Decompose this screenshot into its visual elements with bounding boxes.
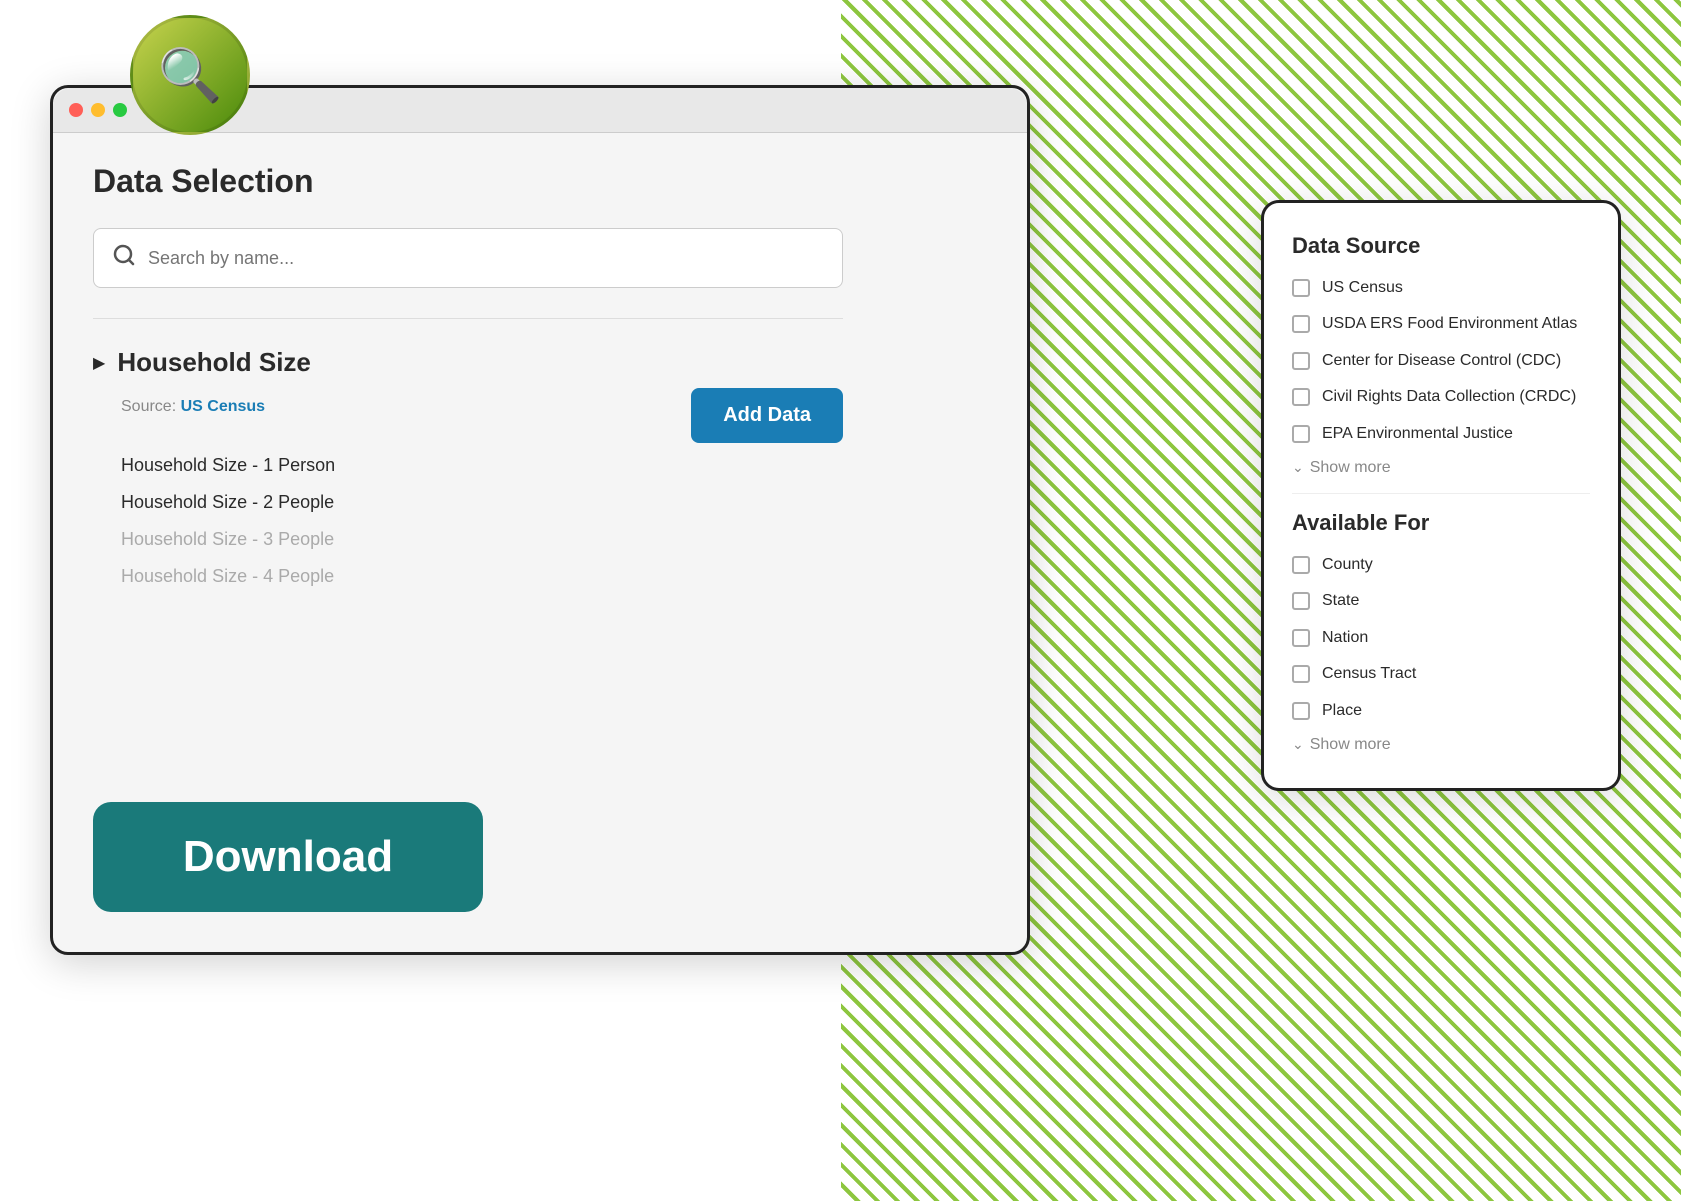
checkbox-usda[interactable] (1292, 315, 1310, 333)
filter-divider (1292, 493, 1590, 494)
data-item-header: ▶ Household Size (93, 347, 987, 378)
filter-item-us-census: US Census (1292, 277, 1590, 299)
chevron-down-icon-2: ⌄ (1292, 736, 1304, 753)
checkbox-place[interactable] (1292, 702, 1310, 720)
search-input[interactable] (148, 248, 824, 269)
filter-label-nation: Nation (1322, 627, 1368, 649)
filter-label-state: State (1322, 590, 1359, 612)
filter-item-place: Place (1292, 700, 1590, 722)
filter-item-usda: USDA ERS Food Environment Atlas (1292, 313, 1590, 335)
filter-item-census-tract: Census Tract (1292, 663, 1590, 685)
source-prefix: Source: (121, 398, 176, 415)
list-item: Household Size - 2 People (121, 484, 987, 521)
filter-panel: Data Source US Census USDA ERS Food Envi… (1261, 200, 1621, 791)
add-data-button[interactable]: Add Data (691, 388, 843, 443)
filter-item-epa: EPA Environmental Justice (1292, 423, 1590, 445)
expand-arrow-icon[interactable]: ▶ (93, 353, 105, 373)
filter-label-county: County (1322, 554, 1373, 576)
filter-item-crdc: Civil Rights Data Collection (CRDC) (1292, 386, 1590, 408)
filter-label-census-tract: Census Tract (1322, 663, 1416, 685)
checkbox-epa[interactable] (1292, 425, 1310, 443)
main-window: Data Selection ▶ Household Size (50, 85, 1030, 955)
maximize-button[interactable] (113, 103, 127, 117)
logo-circle: 🔍 (130, 15, 250, 135)
checkbox-state[interactable] (1292, 592, 1310, 610)
data-source-title: Data Source (1292, 233, 1590, 259)
available-for-show-more[interactable]: ⌄ Show more (1292, 736, 1590, 754)
scene: 🔍 Data Selection (0, 0, 1681, 1201)
data-source-show-more[interactable]: ⌄ Show more (1292, 459, 1590, 477)
list-item: Household Size - 3 People (121, 521, 987, 558)
available-for-title: Available For (1292, 510, 1590, 536)
divider (93, 318, 843, 319)
checkbox-census-tract[interactable] (1292, 665, 1310, 683)
minimize-button[interactable] (91, 103, 105, 117)
filter-item-nation: Nation (1292, 627, 1590, 649)
download-button-label: Download (183, 832, 393, 882)
close-button[interactable] (69, 103, 83, 117)
filter-item-county: County (1292, 554, 1590, 576)
search-icon (112, 243, 136, 273)
checkbox-county[interactable] (1292, 556, 1310, 574)
download-button[interactable]: Download (93, 802, 483, 912)
data-item-title: Household Size (117, 347, 311, 378)
checkbox-crdc[interactable] (1292, 388, 1310, 406)
filter-label-usda: USDA ERS Food Environment Atlas (1322, 313, 1577, 335)
filter-item-cdc: Center for Disease Control (CDC) (1292, 350, 1590, 372)
data-item-source-row: Source: US Census Add Data (93, 388, 843, 443)
checkbox-nation[interactable] (1292, 629, 1310, 647)
filter-label-cdc: Center for Disease Control (CDC) (1322, 350, 1561, 372)
window-content: Data Selection ▶ Household Size (53, 133, 1027, 952)
search-container (93, 228, 843, 288)
filter-label-us-census: US Census (1322, 277, 1403, 299)
list-item: Household Size - 1 Person (121, 447, 987, 484)
checkbox-us-census[interactable] (1292, 279, 1310, 297)
source-link[interactable]: US Census (181, 398, 265, 415)
filter-label-crdc: Civil Rights Data Collection (CRDC) (1322, 386, 1576, 408)
filter-label-place: Place (1322, 700, 1362, 722)
checkbox-cdc[interactable] (1292, 352, 1310, 370)
magnifier-icon: 🔍 (158, 45, 223, 106)
filter-label-epa: EPA Environmental Justice (1322, 423, 1513, 445)
data-source-line: Source: US Census (121, 398, 265, 416)
page-title: Data Selection (93, 163, 987, 200)
chevron-down-icon: ⌄ (1292, 459, 1304, 476)
filter-item-state: State (1292, 590, 1590, 612)
data-source-show-more-label: Show more (1310, 459, 1391, 477)
list-item: Household Size - 4 People (121, 558, 987, 595)
available-for-show-more-label: Show more (1310, 736, 1391, 754)
